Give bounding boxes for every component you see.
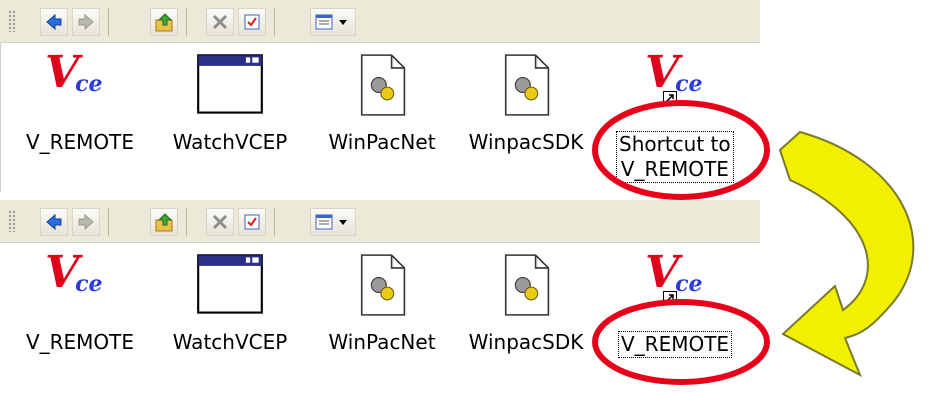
highlight-circle-before [592, 100, 770, 200]
curved-arrow-icon [778, 130, 915, 378]
highlight-circle-after [592, 299, 770, 385]
annotation-layer [592, 100, 915, 385]
